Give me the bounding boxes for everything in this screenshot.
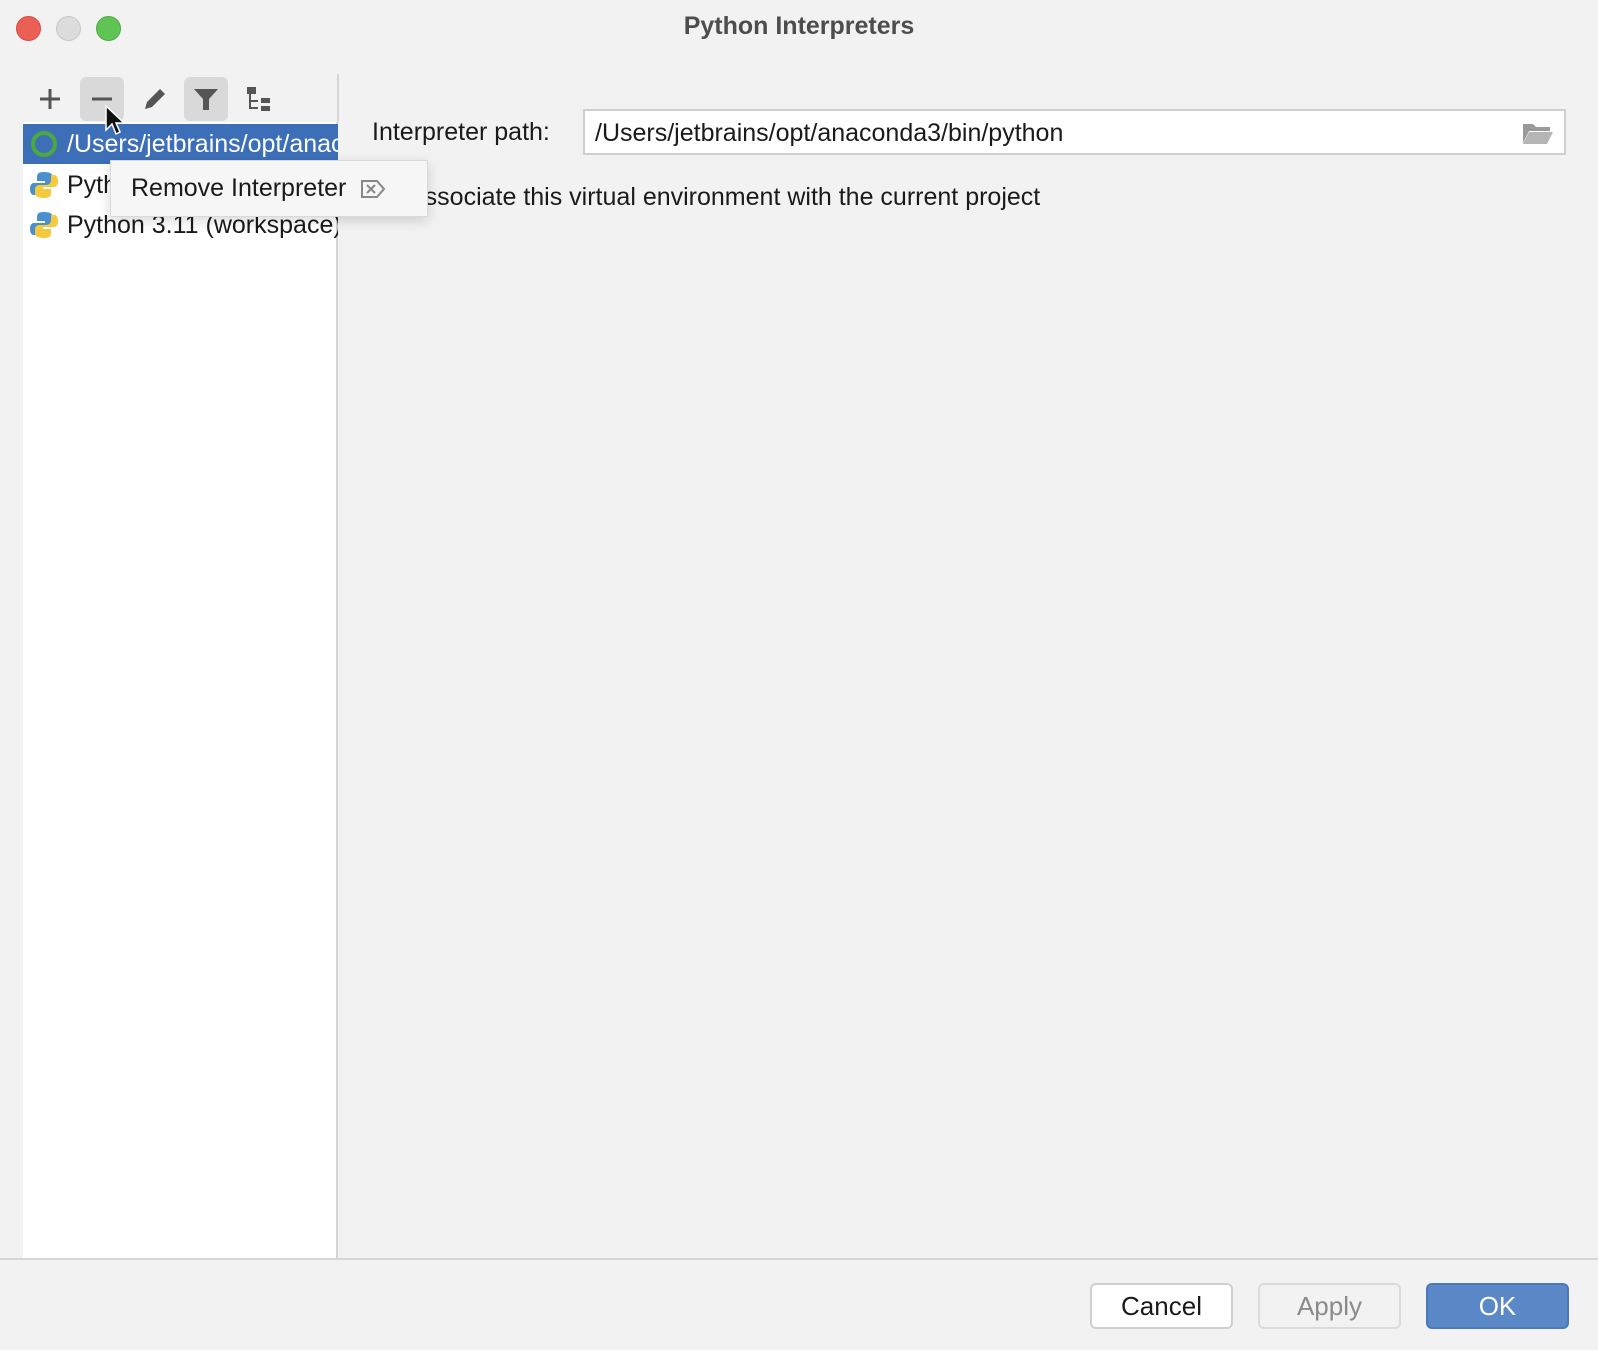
- interpreter-path-value: /Users/jetbrains/opt/anaconda3/bin/pytho…: [595, 119, 1064, 147]
- apply-button[interactable]: Apply: [1258, 1283, 1401, 1329]
- zoom-window-button[interactable]: [96, 16, 121, 41]
- tree-icon: [247, 87, 270, 111]
- delete-key-icon: [361, 179, 386, 198]
- folder-icon[interactable]: [1522, 121, 1554, 145]
- interpreter-list[interactable]: /Users/jetbrains/opt/anaconda3/bin/pytho…: [23, 122, 338, 1258]
- python-icon: [30, 172, 58, 198]
- edit-button[interactable]: [133, 77, 177, 121]
- show-paths-button[interactable]: [237, 77, 281, 121]
- window-title: Python Interpreters: [683, 12, 915, 40]
- ok-button[interactable]: OK: [1426, 1283, 1569, 1329]
- mouse-cursor-icon: [105, 104, 126, 136]
- associate-label: Associate this virtual environment with …: [408, 183, 1041, 211]
- interpreter-path-label: Interpreter path:: [372, 118, 550, 146]
- tooltip-label: Remove Interpreter: [131, 174, 347, 202]
- minimize-window-button[interactable]: [56, 16, 81, 41]
- pencil-icon: [145, 89, 165, 109]
- plus-icon: [40, 89, 60, 109]
- add-button[interactable]: [28, 77, 72, 121]
- footer-divider: [0, 1258, 1598, 1260]
- close-window-button[interactable]: [16, 16, 41, 41]
- filter-icon: [194, 89, 218, 110]
- remove-interpreter-tooltip: Remove Interpreter: [110, 160, 428, 217]
- toolbar-divider: [337, 74, 339, 122]
- conda-icon: [31, 131, 57, 157]
- cancel-button[interactable]: Cancel: [1090, 1283, 1233, 1329]
- filter-button[interactable]: [184, 77, 228, 121]
- python-icon: [30, 212, 58, 238]
- interpreter-path-field[interactable]: /Users/jetbrains/opt/anaconda3/bin/pytho…: [583, 109, 1566, 155]
- interpreter-item[interactable]: /Users/jetbrains/opt/anaconda3/bin/pytho…: [23, 124, 338, 164]
